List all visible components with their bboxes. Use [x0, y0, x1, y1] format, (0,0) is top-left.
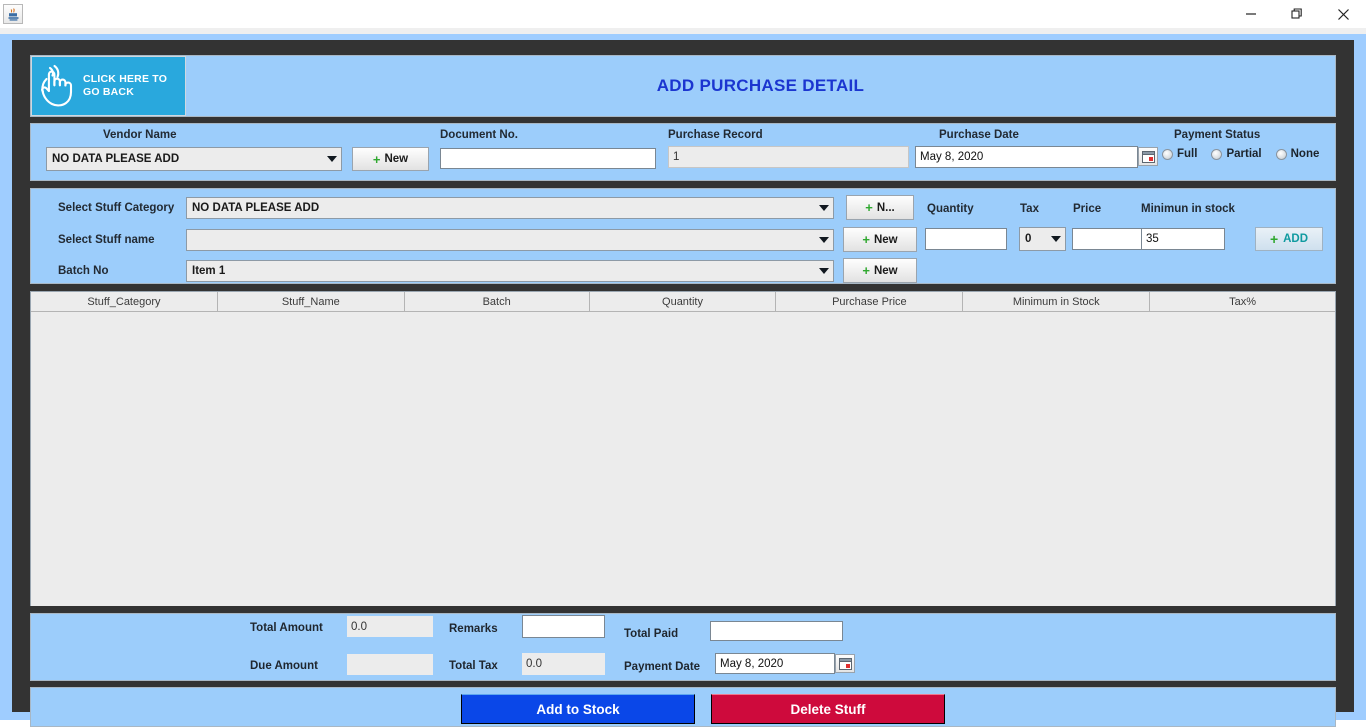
- window-controls: [1228, 0, 1366, 28]
- add-item-button[interactable]: + ADD: [1255, 227, 1323, 251]
- price-label: Price: [1073, 203, 1101, 215]
- total-paid-input[interactable]: [710, 621, 843, 641]
- quantity-input[interactable]: [925, 228, 1007, 250]
- stuff-name-new-label: New: [874, 234, 898, 246]
- vendor-name-combo[interactable]: NO DATA PLEASE ADD: [46, 147, 342, 171]
- batch-no-combo[interactable]: Item 1: [186, 260, 834, 282]
- total-paid-label: Total Paid: [624, 628, 678, 640]
- payment-date-label: Payment Date: [624, 661, 700, 673]
- payment-date-input[interactable]: May 8, 2020: [715, 653, 835, 674]
- actions-panel: Add to Stock Delete Stuff: [30, 687, 1336, 727]
- vendor-name-label: Vendor Name: [103, 129, 177, 141]
- add-item-label: ADD: [1283, 233, 1308, 245]
- table-column-header[interactable]: Purchase Price: [776, 292, 963, 311]
- payment-status-partial-radio[interactable]: Partial: [1211, 148, 1261, 160]
- total-tax-label: Total Tax: [449, 660, 498, 672]
- purchase-info-panel: Vendor Name NO DATA PLEASE ADD +New Docu…: [30, 123, 1336, 181]
- purchase-record-value: 1: [668, 146, 909, 168]
- tax-combo[interactable]: 0: [1019, 227, 1066, 251]
- tax-label: Tax: [1020, 203, 1039, 215]
- select-stuff-category-label: Select Stuff Category: [58, 202, 174, 214]
- stuff-category-new-label: N...: [877, 202, 895, 214]
- payment-status-full-radio[interactable]: Full: [1162, 148, 1197, 160]
- page-title: ADD PURCHASE DETAIL: [186, 56, 1335, 116]
- tax-value: 0: [1020, 233, 1047, 245]
- payment-status-radios: Full Partial None: [1162, 148, 1333, 160]
- due-amount-label: Due Amount: [250, 660, 318, 672]
- chevron-down-icon: [815, 205, 833, 211]
- minimum-in-stock-label: Minimun in stock: [1141, 203, 1235, 215]
- total-tax-value: 0.0: [522, 653, 605, 675]
- radio-icon: [1211, 149, 1222, 160]
- purchase-date-input[interactable]: May 8, 2020: [915, 146, 1138, 168]
- maximize-icon[interactable]: [1274, 0, 1320, 28]
- table-column-header[interactable]: Stuff_Name: [218, 292, 405, 311]
- purchase-items-table[interactable]: Stuff_CategoryStuff_NameBatchQuantityPur…: [30, 291, 1336, 606]
- payment-status-none-radio[interactable]: None: [1276, 148, 1320, 160]
- batch-no-new-label: New: [874, 265, 898, 277]
- document-no-input[interactable]: [440, 148, 656, 169]
- stuff-name-new-button[interactable]: + New: [843, 227, 917, 252]
- table-header-row: Stuff_CategoryStuff_NameBatchQuantityPur…: [31, 292, 1335, 312]
- radio-icon: [1276, 149, 1287, 160]
- purchase-date-label: Purchase Date: [939, 129, 1019, 141]
- stuff-name-combo[interactable]: [186, 229, 834, 251]
- table-column-header[interactable]: Quantity: [590, 292, 777, 311]
- table-column-header[interactable]: Stuff_Category: [31, 292, 218, 311]
- window-titlebar: [0, 0, 1366, 28]
- plus-icon: +: [865, 200, 873, 215]
- close-icon[interactable]: [1320, 0, 1366, 28]
- purchase-date-calendar-icon[interactable]: [1138, 147, 1158, 166]
- select-stuff-name-label: Select Stuff name: [58, 234, 155, 246]
- payment-status-none-label: None: [1291, 148, 1320, 160]
- purchase-record-label: Purchase Record: [668, 129, 763, 141]
- minimum-in-stock-input[interactable]: 35: [1141, 228, 1225, 250]
- plus-icon: +: [862, 232, 870, 247]
- plus-icon: +: [1270, 231, 1278, 247]
- form-frame: CLICK HERE TO GO BACK ADD PURCHASE DETAI…: [12, 40, 1354, 712]
- click-hand-icon: [37, 63, 77, 109]
- total-amount-value: 0.0: [347, 616, 433, 637]
- total-amount-label: Total Amount: [250, 622, 323, 634]
- table-column-header[interactable]: Minimum in Stock: [963, 292, 1150, 311]
- table-body[interactable]: [31, 312, 1335, 606]
- batch-no-label: Batch No: [58, 265, 108, 277]
- chevron-down-icon: [1047, 236, 1065, 242]
- vendor-new-button[interactable]: +New: [352, 147, 429, 171]
- plus-icon: +: [862, 263, 870, 278]
- batch-no-new-button[interactable]: + New: [843, 258, 917, 283]
- stuff-category-value: NO DATA PLEASE ADD: [187, 202, 815, 214]
- go-back-button[interactable]: CLICK HERE TO GO BACK: [31, 56, 186, 116]
- plus-icon: +: [373, 152, 381, 167]
- chevron-down-icon: [815, 268, 833, 274]
- java-cup-glyph: [8, 8, 19, 21]
- chevron-down-icon: [323, 156, 341, 162]
- radio-icon: [1162, 149, 1173, 160]
- go-back-label: CLICK HERE TO GO BACK: [83, 73, 167, 99]
- payment-date-calendar-icon[interactable]: [835, 654, 855, 673]
- stuff-category-new-button[interactable]: + N...: [846, 195, 914, 220]
- chevron-down-icon: [815, 237, 833, 243]
- payment-status-partial-label: Partial: [1226, 148, 1261, 160]
- stuff-category-combo[interactable]: NO DATA PLEASE ADD: [186, 197, 834, 219]
- table-column-header[interactable]: Batch: [405, 292, 590, 311]
- batch-no-value: Item 1: [187, 265, 815, 277]
- payment-status-label: Payment Status: [1174, 129, 1260, 141]
- remarks-input[interactable]: [522, 615, 605, 638]
- totals-panel: Total Amount 0.0 Remarks Total Paid Due …: [30, 613, 1336, 681]
- vendor-new-label: New: [384, 153, 408, 165]
- minimize-icon[interactable]: [1228, 0, 1274, 28]
- due-amount-value: [347, 654, 433, 675]
- header-panel: CLICK HERE TO GO BACK ADD PURCHASE DETAI…: [30, 55, 1336, 117]
- stuff-entry-panel: Select Stuff Category NO DATA PLEASE ADD…: [30, 188, 1336, 284]
- quantity-label: Quantity: [927, 203, 974, 215]
- document-no-label: Document No.: [440, 129, 518, 141]
- vendor-name-value: NO DATA PLEASE ADD: [47, 153, 323, 165]
- remarks-label: Remarks: [449, 623, 498, 635]
- table-column-header[interactable]: Tax%: [1150, 292, 1335, 311]
- payment-status-full-label: Full: [1177, 148, 1197, 160]
- java-cup-icon: [3, 4, 23, 24]
